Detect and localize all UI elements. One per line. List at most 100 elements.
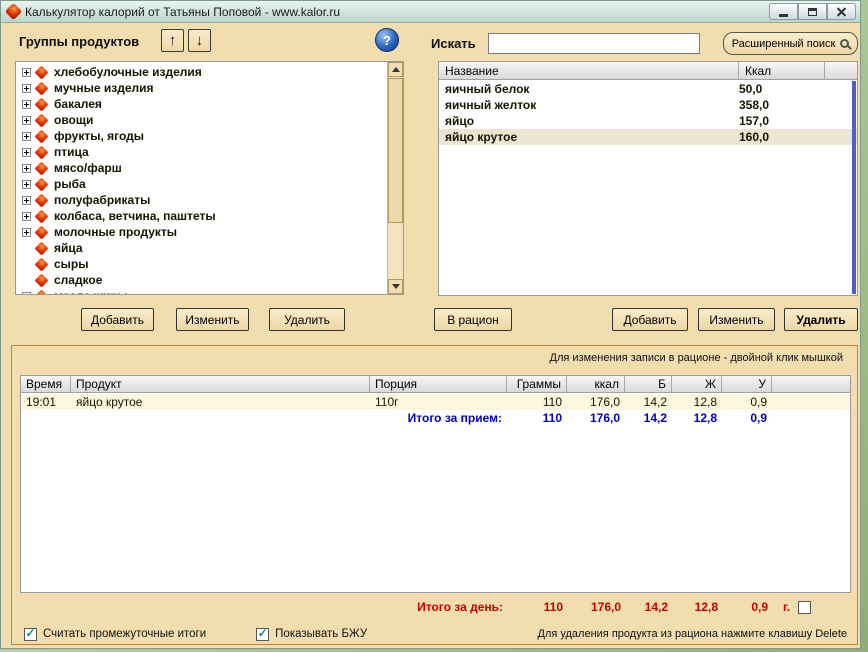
tree-item[interactable]: мучные изделия [16,80,387,96]
to-ration-button[interactable]: В рацион [434,308,512,331]
expand-icon[interactable] [22,68,31,77]
category-icon [34,81,48,95]
expand-icon[interactable] [22,116,31,125]
scroll-down-button[interactable] [388,279,403,294]
column-header-portion[interactable]: Порция [370,376,507,392]
expand-icon[interactable] [22,100,31,109]
ration-product: яйцо крутое [71,395,370,409]
product-row[interactable]: яичный желток 358,0 [439,97,857,113]
category-icon [34,161,48,175]
expand-icon[interactable] [22,196,31,205]
bju-checkbox[interactable] [256,628,269,641]
product-delete-button[interactable]: Удалить [784,308,858,331]
total-grams-checkbox[interactable] [798,601,811,614]
tree-item[interactable]: полуфабрикаты [16,192,387,208]
groups-tree: хлебобулочные изделия мучные изделия бак… [15,61,404,295]
column-header-time[interactable]: Время [21,376,71,392]
category-icon [34,289,48,295]
tree-item-label: полуфабрикаты [54,193,150,207]
tree-item-label: мучные изделия [54,81,154,95]
maximize-button[interactable] [798,3,827,20]
ration-portion: 110г [370,395,507,409]
column-header-extra [825,62,857,79]
expand-icon[interactable] [22,212,31,221]
product-row[interactable]: яичный белок 50,0 [439,81,857,97]
tree-item[interactable]: молочные продукты [16,224,387,240]
column-header-grams[interactable]: Граммы [507,376,567,392]
category-icon [34,257,48,271]
tree-item[interactable]: масла-жиры [16,288,387,295]
tree-item[interactable]: колбаса, ветчина, паштеты [16,208,387,224]
tree-item[interactable]: мясо/фарш [16,160,387,176]
tree-item[interactable]: яйца [16,240,387,256]
expand-icon[interactable] [22,132,31,141]
tree-item[interactable]: сыры [16,256,387,272]
app-window: Калькулятор калорий от Татьяны Поповой -… [0,0,861,649]
group-add-button[interactable]: Добавить [81,308,154,331]
column-header-carbs[interactable]: У [722,376,772,392]
group-edit-button[interactable]: Изменить [176,308,249,331]
bju-checkbox-label: Показывать БЖУ [275,628,367,640]
expand-icon[interactable] [22,228,31,237]
grams-unit-label: г. [783,600,790,614]
tree-item-label: сладкое [54,273,102,287]
client-area: Группы продуктов хлебобулочные изделия м… [1,23,860,648]
scroll-thumb[interactable] [388,78,403,223]
product-edit-button[interactable]: Изменить [698,308,775,331]
search-label: Искать [431,36,476,51]
subtotal-carbs: 0,9 [722,411,772,425]
category-icon [34,113,48,127]
tree-item[interactable]: хлебобулочные изделия [16,64,387,80]
column-header-product[interactable]: Продукт [71,376,370,392]
close-button[interactable] [827,3,856,20]
tree-item[interactable]: сладкое [16,272,387,288]
search-input[interactable] [488,33,700,54]
window-controls [769,3,856,20]
column-header-filler [772,376,850,392]
move-down-button[interactable] [188,29,211,52]
group-delete-button[interactable]: Удалить [269,308,345,331]
product-row-selected[interactable]: яйцо крутое 160,0 [439,129,857,145]
product-kcal: 50,0 [739,82,825,96]
day-total-label: Итого за день: [371,600,508,614]
ration-table: Время Продукт Порция Граммы ккал Б Ж У 1… [20,375,851,593]
ration-footer: Считать промежуточные итоги Показывать Б… [24,626,847,642]
tree-item[interactable]: бакалея [16,96,387,112]
help-button[interactable] [375,28,399,52]
expand-icon[interactable] [22,164,31,173]
products-table-header: Название Ккал [439,62,857,80]
column-header-kcal[interactable]: Ккал [739,62,825,79]
move-up-button[interactable] [161,29,184,52]
product-add-button[interactable]: Добавить [612,308,688,331]
product-row[interactable]: яйцо 157,0 [439,113,857,129]
column-header-protein[interactable]: Б [625,376,672,392]
expand-icon[interactable] [22,148,31,157]
products-scrollbar[interactable] [852,81,856,294]
tree-scrollbar[interactable] [387,62,403,294]
ration-carbs: 0,9 [722,395,772,409]
ration-row[interactable]: 19:01 яйцо крутое 110г 110 176,0 14,2 12… [21,394,850,410]
product-name: яйцо [439,114,739,128]
expand-icon[interactable] [22,180,31,189]
tree-item[interactable]: фрукты, ягоды [16,128,387,144]
column-header-fat[interactable]: Ж [672,376,722,392]
expand-icon[interactable] [22,84,31,93]
subtotals-checkbox[interactable] [24,628,37,641]
minimize-button[interactable] [769,3,798,20]
tree-item-label: яйца [54,241,83,255]
tree-item[interactable]: птица [16,144,387,160]
tree-item-label: рыба [54,177,86,191]
scroll-up-button[interactable] [388,62,403,77]
day-total-row: Итого за день: 110 176,0 14,2 12,8 0,9 г… [20,598,851,616]
groups-panel-title: Группы продуктов [19,34,139,49]
titlebar[interactable]: Калькулятор калорий от Татьяны Поповой -… [1,1,860,23]
tree-item[interactable]: рыба [16,176,387,192]
advanced-search-button[interactable]: Расширенный поиск [723,32,858,55]
column-header-name[interactable]: Название [439,62,739,79]
day-total-protein: 14,2 [626,600,673,614]
column-header-kcal[interactable]: ккал [567,376,625,392]
subtotal-grams: 110 [507,411,567,425]
tree-item[interactable]: овощи [16,112,387,128]
maximize-icon [808,8,817,16]
expand-icon[interactable] [22,292,31,296]
